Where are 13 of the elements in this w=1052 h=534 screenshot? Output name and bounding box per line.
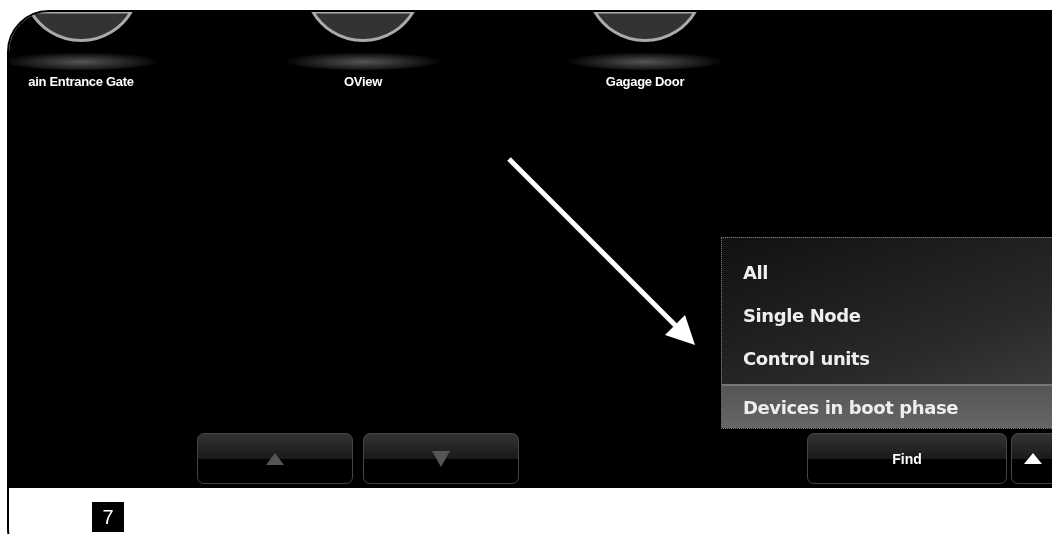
figure-number: 7 [92,502,124,532]
menu-item[interactable]: All [722,251,1052,294]
device-label: Gagage Door [605,74,685,89]
caret-up-icon [1024,453,1042,464]
find-button[interactable]: Find [807,433,1007,484]
down-triangle-icon [432,450,450,467]
menu-toggle-button[interactable] [1011,433,1052,484]
menu-item[interactable]: Single Node [722,294,1052,337]
up-triangle-icon [266,452,284,465]
menu-item[interactable]: Devices in boot phase [722,386,1052,428]
menu-item[interactable]: Control units [722,337,1052,380]
device-label: OView [344,74,382,89]
device-label: ain Entrance Gate [28,74,134,89]
